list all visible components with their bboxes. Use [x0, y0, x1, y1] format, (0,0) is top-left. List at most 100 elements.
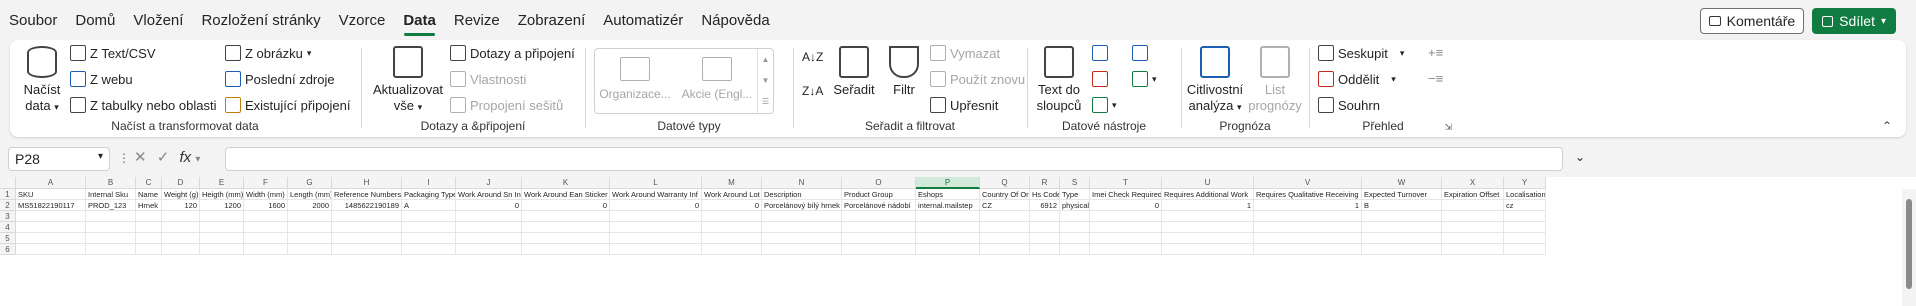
cell[interactable]: Imei Check Required [1090, 189, 1162, 200]
cell[interactable] [86, 211, 136, 222]
sort-desc-button[interactable]: Z↓A [802, 84, 823, 98]
organization-data-type[interactable]: Organizace... [595, 57, 675, 101]
cell[interactable] [610, 222, 702, 233]
cell[interactable] [402, 211, 456, 222]
formula-input[interactable] [225, 147, 1563, 171]
column-header-l[interactable]: L [610, 177, 702, 189]
cell[interactable] [610, 233, 702, 244]
cell[interactable] [980, 222, 1030, 233]
cell[interactable]: Work Around Lot [702, 189, 762, 200]
recent-sources-button[interactable]: Poslední zdroje [225, 71, 335, 87]
cell[interactable] [702, 233, 762, 244]
cancel-icon[interactable]: ✕ [134, 149, 147, 166]
cell[interactable] [244, 233, 288, 244]
cell[interactable]: 0 [1090, 200, 1162, 211]
column-header-a[interactable]: A [16, 177, 86, 189]
cell[interactable] [916, 244, 980, 255]
data-validation-button[interactable]: ▾ [1092, 97, 1117, 113]
forecast-sheet-button[interactable]: List prognózy [1248, 46, 1302, 114]
cell[interactable] [456, 233, 522, 244]
stocks-data-type[interactable]: Akcie (Engl... [677, 57, 757, 101]
tab-rozložení-stránky[interactable]: Rozložení stránky [192, 0, 329, 40]
cell[interactable] [980, 244, 1030, 255]
cell[interactable] [136, 211, 162, 222]
cell[interactable]: Reference Numbers [332, 189, 402, 200]
text-to-columns-button[interactable]: Text do sloupců [1034, 46, 1084, 114]
cell[interactable]: 0 [702, 200, 762, 211]
cell[interactable]: Work Around Sn In [456, 189, 522, 200]
tab-vzorce[interactable]: Vzorce [330, 0, 395, 40]
cell[interactable]: SKU [16, 189, 86, 200]
column-header-b[interactable]: B [86, 177, 136, 189]
column-header-q[interactable]: Q [980, 177, 1030, 189]
ungroup-button[interactable]: Oddělit ▾ [1318, 71, 1396, 87]
reapply-button[interactable]: Použít znovu [930, 71, 1025, 87]
cell[interactable]: physical [1060, 200, 1090, 211]
cell[interactable] [402, 233, 456, 244]
cell[interactable]: A [402, 200, 456, 211]
cell[interactable]: 2000 [288, 200, 332, 211]
properties-button[interactable]: Vlastnosti [450, 71, 526, 87]
column-header-m[interactable]: M [702, 177, 762, 189]
column-header-p[interactable]: P [916, 177, 980, 189]
existing-connections-button[interactable]: Existující připojení [225, 97, 351, 113]
cell[interactable] [456, 244, 522, 255]
cell[interactable] [136, 222, 162, 233]
data-model-button[interactable]: ▾ [1132, 71, 1157, 87]
cell[interactable] [332, 222, 402, 233]
cell[interactable]: 1485622190189 [332, 200, 402, 211]
cell[interactable] [16, 244, 86, 255]
cell[interactable] [456, 222, 522, 233]
cell[interactable]: Requires Qualitative Receiving [1254, 189, 1362, 200]
confirm-icon[interactable]: ✓ [157, 149, 170, 166]
cell[interactable] [332, 244, 402, 255]
cell[interactable] [1030, 244, 1060, 255]
cell[interactable]: 0 [522, 200, 610, 211]
tab-revize[interactable]: Revize [445, 0, 509, 40]
cell[interactable] [842, 211, 916, 222]
get-data-button[interactable]: Načíst data ▾ [20, 46, 64, 115]
cell[interactable]: 1 [1162, 200, 1254, 211]
cell[interactable]: Requires Additional Work [1162, 189, 1254, 200]
cell[interactable] [200, 211, 244, 222]
cell[interactable]: Eshops [916, 189, 980, 200]
cell[interactable]: Porcelánové nádobí [842, 200, 916, 211]
cell[interactable] [702, 211, 762, 222]
cell[interactable] [16, 222, 86, 233]
cell[interactable] [288, 211, 332, 222]
cell[interactable] [1060, 233, 1090, 244]
cell[interactable] [916, 222, 980, 233]
cell[interactable] [288, 244, 332, 255]
cell[interactable]: Packaging Type [402, 189, 456, 200]
cell[interactable] [1060, 222, 1090, 233]
column-header-x[interactable]: X [1442, 177, 1504, 189]
cell[interactable] [200, 222, 244, 233]
cell[interactable]: Expiration Offset [1442, 189, 1504, 200]
tab-nápověda[interactable]: Nápověda [692, 0, 778, 40]
column-header-k[interactable]: K [522, 177, 610, 189]
cell[interactable] [1254, 244, 1362, 255]
tab-soubor[interactable]: Soubor [0, 0, 66, 40]
select-all-corner[interactable] [0, 177, 16, 189]
cell[interactable] [1442, 200, 1504, 211]
column-header-c[interactable]: C [136, 177, 162, 189]
cell[interactable] [1090, 222, 1162, 233]
cell[interactable] [1504, 211, 1546, 222]
show-detail-button[interactable]: +≡ [1428, 45, 1443, 60]
group-button[interactable]: Seskupit ▾ [1318, 45, 1404, 61]
tab-domů[interactable]: Domů [66, 0, 124, 40]
tab-zobrazení[interactable]: Zobrazení [509, 0, 595, 40]
cell[interactable] [1362, 222, 1442, 233]
tab-vložení[interactable]: Vložení [124, 0, 192, 40]
from-text-csv-button[interactable]: Z Text/CSV [70, 45, 156, 61]
cell[interactable]: Internal Sku [86, 189, 136, 200]
column-header-e[interactable]: E [200, 177, 244, 189]
sort-asc-button[interactable]: A↓Z [802, 50, 823, 64]
cell[interactable] [980, 233, 1030, 244]
filter-button[interactable]: Filtr [882, 46, 926, 98]
column-header-w[interactable]: W [1362, 177, 1442, 189]
cell[interactable] [1030, 211, 1060, 222]
cell[interactable]: 1200 [200, 200, 244, 211]
cell[interactable] [1162, 233, 1254, 244]
insert-function-icon[interactable]: fx [180, 149, 192, 166]
